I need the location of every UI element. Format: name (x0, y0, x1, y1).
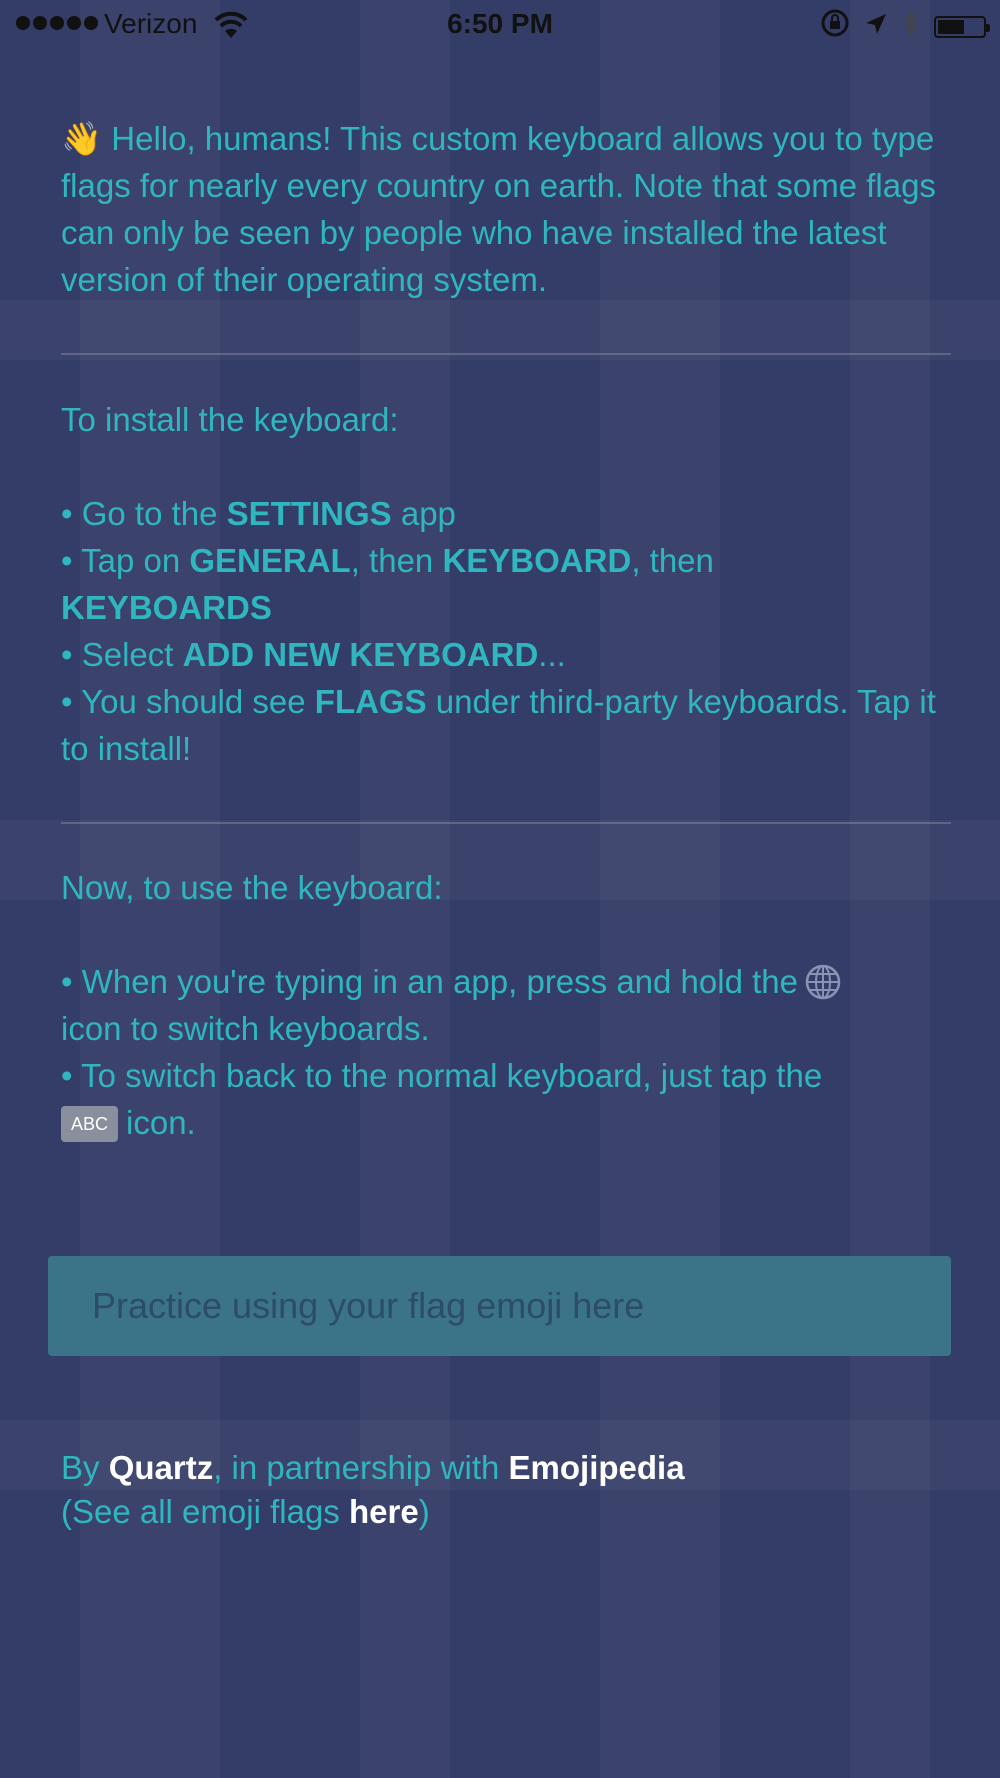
here-link[interactable]: here (349, 1493, 419, 1530)
abc-key-icon: ABC (61, 1106, 119, 1142)
location-arrow-icon (864, 11, 888, 43)
divider (61, 822, 951, 824)
use-heading: Now, to use the keyboard: (61, 869, 443, 906)
install-step-2: • Tap on GENERAL, then KEYBOARD, then KE… (61, 542, 714, 626)
install-heading: To install the keyboard: (61, 401, 399, 438)
usage-instructions: Now, to use the keyboard: • When you're … (61, 864, 961, 1146)
use-step-1: • When you're typing in an app, press an… (61, 958, 961, 1052)
waving-hand-icon: 👋 (61, 120, 103, 157)
bluetooth-icon (902, 8, 920, 45)
quartz-link[interactable]: Quartz (109, 1449, 214, 1486)
status-bar: Verizon 6:50 PM (0, 0, 1000, 50)
divider (61, 353, 951, 355)
emojipedia-link[interactable]: Emojipedia (509, 1449, 685, 1486)
orientation-lock-icon (820, 8, 850, 45)
battery-icon (934, 15, 990, 38)
install-step-4: • You should see FLAGS under third-party… (61, 683, 936, 767)
intro-text: 👋 Hello, humans! This custom keyboard al… (61, 115, 961, 303)
intro-paragraph: Hello, humans! This custom keyboard allo… (61, 120, 936, 298)
practice-input[interactable] (48, 1256, 951, 1356)
install-step-1: • Go to the SETTINGS app (61, 495, 456, 532)
install-step-3: • Select ADD NEW KEYBOARD... (61, 636, 566, 673)
use-step-2: • To switch back to the normal keyboard,… (61, 1057, 823, 1142)
globe-icon (804, 963, 842, 1001)
install-instructions: To install the keyboard: • Go to the SET… (61, 396, 961, 772)
footer-credits: By Quartz, in partnership with Emojipedi… (61, 1449, 685, 1530)
